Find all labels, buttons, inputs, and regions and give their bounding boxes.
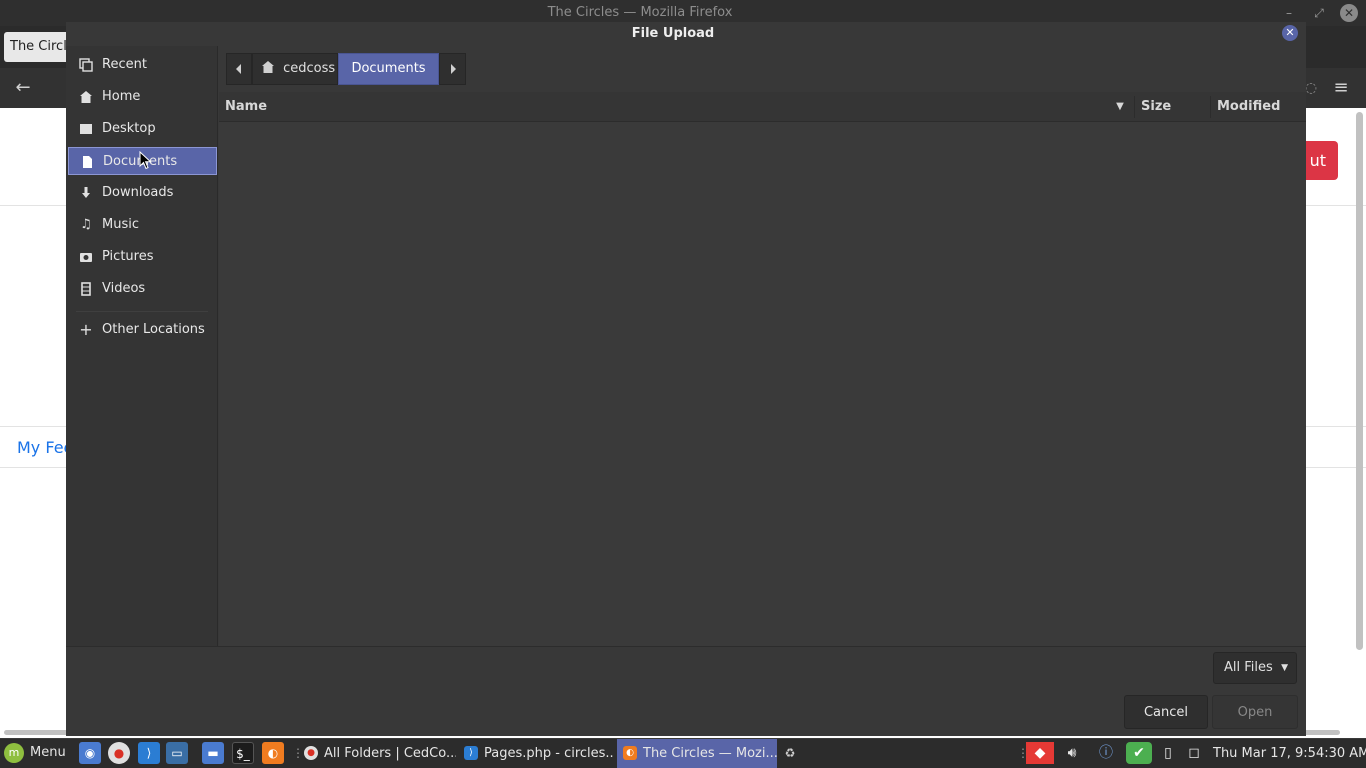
path-segment-documents[interactable]: Documents — [338, 53, 439, 85]
firefox-launcher-icon[interactable]: ◐ — [262, 742, 284, 764]
chrome-icon: ● — [304, 746, 318, 760]
sidebar-item-label: Pictures — [102, 249, 154, 264]
sidebar-item-music[interactable]: ♫ Music — [68, 211, 217, 239]
home-icon — [261, 61, 279, 76]
folder-launcher-icon[interactable]: ▬ — [202, 742, 224, 764]
sidebar-item-pictures[interactable]: Pictures — [68, 243, 217, 271]
minimize-icon[interactable]: – — [1280, 4, 1298, 22]
shield-info-icon[interactable]: ⓘ — [1095, 742, 1117, 764]
sort-descending-icon[interactable]: ▼ — [1113, 92, 1127, 122]
column-modified-header[interactable]: Modified — [1217, 92, 1280, 122]
dialog-title: File Upload — [631, 26, 715, 41]
recent-icon — [76, 51, 96, 79]
column-size-header[interactable]: Size — [1141, 92, 1171, 122]
task-label: The Circles — Mozi... — [643, 746, 777, 761]
open-button[interactable]: Open — [1212, 695, 1298, 729]
documents-icon — [77, 148, 97, 176]
videos-icon — [76, 275, 96, 303]
sidebar-item-other-locations[interactable]: + Other Locations — [68, 316, 217, 344]
dialog-footer — [66, 646, 1306, 736]
home-icon — [76, 83, 96, 111]
volume-icon[interactable]: 🔊︎ — [1058, 742, 1086, 764]
window-close-icon[interactable]: ✕ — [1340, 4, 1358, 22]
downloads-icon — [76, 179, 96, 207]
firefox-icon: ◐ — [623, 746, 637, 760]
sidebar-divider — [76, 311, 208, 312]
cancel-button[interactable]: Cancel — [1124, 695, 1208, 729]
menu-label: Menu — [30, 745, 66, 760]
column-divider — [1134, 96, 1135, 118]
sidebar-item-downloads[interactable]: Downloads — [68, 179, 217, 207]
trash-icon[interactable]: ♻ — [779, 742, 801, 764]
sidebar-item-recent[interactable]: Recent — [68, 51, 217, 79]
sidebar-item-home[interactable]: Home — [68, 83, 217, 111]
task-label: Pages.php - circles... — [484, 746, 614, 761]
sidebar-item-label: Videos — [102, 281, 146, 296]
file-type-filter-select[interactable]: All Files ▼ — [1213, 652, 1297, 684]
path-segment-cedcoss[interactable]: cedcoss — [252, 53, 338, 85]
maximize-icon[interactable]: ⤢ — [1310, 4, 1328, 22]
anydesk-tray-icon[interactable]: ◆ — [1026, 742, 1054, 764]
task-firefox-circles[interactable]: ◐ The Circles — Mozi... — [617, 739, 777, 768]
mouse-cursor-icon — [139, 150, 153, 171]
back-icon[interactable]: ← — [8, 68, 38, 108]
path-segment-label: cedcoss — [283, 61, 336, 76]
chrome-launcher-icon[interactable]: ● — [108, 742, 130, 764]
column-name-header[interactable]: Name — [225, 92, 267, 122]
sidebar-item-label: Home — [102, 89, 141, 104]
sidebar-item-label: Desktop — [102, 121, 156, 136]
plus-icon: + — [79, 320, 93, 339]
files-launcher-icon[interactable]: ▭ — [166, 742, 188, 764]
sidebar-item-label: Other Locations — [102, 322, 205, 337]
task-label: All Folders | CedCo... — [324, 746, 456, 761]
path-forward-arrow-icon[interactable] — [439, 53, 466, 85]
sidebar-item-label: Music — [102, 217, 139, 232]
clock[interactable]: Thu Mar 17, 9:54:30 AM — [1213, 739, 1366, 768]
taskbar-separator: ⋮ — [1017, 744, 1029, 762]
terminal-launcher-icon[interactable]: $_ — [232, 742, 254, 764]
desktop-icon — [76, 115, 96, 143]
mint-logo-icon: m — [4, 742, 24, 763]
sidebar-item-desktop[interactable]: Desktop — [68, 115, 217, 143]
start-menu-button[interactable]: m Menu — [4, 740, 66, 766]
filter-label: All Files — [1224, 660, 1273, 675]
update-check-icon[interactable]: ✔ — [1126, 742, 1152, 764]
hamburger-menu-icon[interactable]: ≡ — [1326, 68, 1356, 108]
vertical-scrollbar[interactable] — [1356, 112, 1363, 650]
sidebar-item-label: Recent — [102, 57, 147, 72]
task-chrome-all-folders[interactable]: ● All Folders | CedCo... — [298, 739, 456, 768]
music-icon: ♫ — [80, 217, 92, 232]
sidebar-item-videos[interactable]: Videos — [68, 275, 217, 303]
path-back-arrow-icon[interactable] — [226, 53, 252, 85]
my-feed-link[interactable]: My Fee — [17, 436, 73, 460]
taskbar-separator: ⋮ — [292, 744, 304, 762]
sidebar-item-label: Downloads — [102, 185, 174, 200]
vscode-icon: ⟩ — [464, 746, 478, 760]
clipboard-icon[interactable]: ▯ — [1157, 742, 1179, 764]
pictures-icon — [76, 243, 96, 271]
file-list[interactable] — [219, 92, 1306, 646]
chevron-down-icon: ▼ — [1281, 663, 1288, 673]
column-divider — [1210, 96, 1211, 118]
notes-icon[interactable]: ◻ — [1183, 742, 1205, 764]
screenshot-app-icon[interactable]: ◉ — [79, 742, 101, 764]
vscode-launcher-icon[interactable]: ⟩ — [138, 742, 160, 764]
dialog-close-icon[interactable]: ✕ — [1282, 25, 1298, 41]
task-vscode-pages[interactable]: ⟩ Pages.php - circles... — [458, 739, 614, 768]
